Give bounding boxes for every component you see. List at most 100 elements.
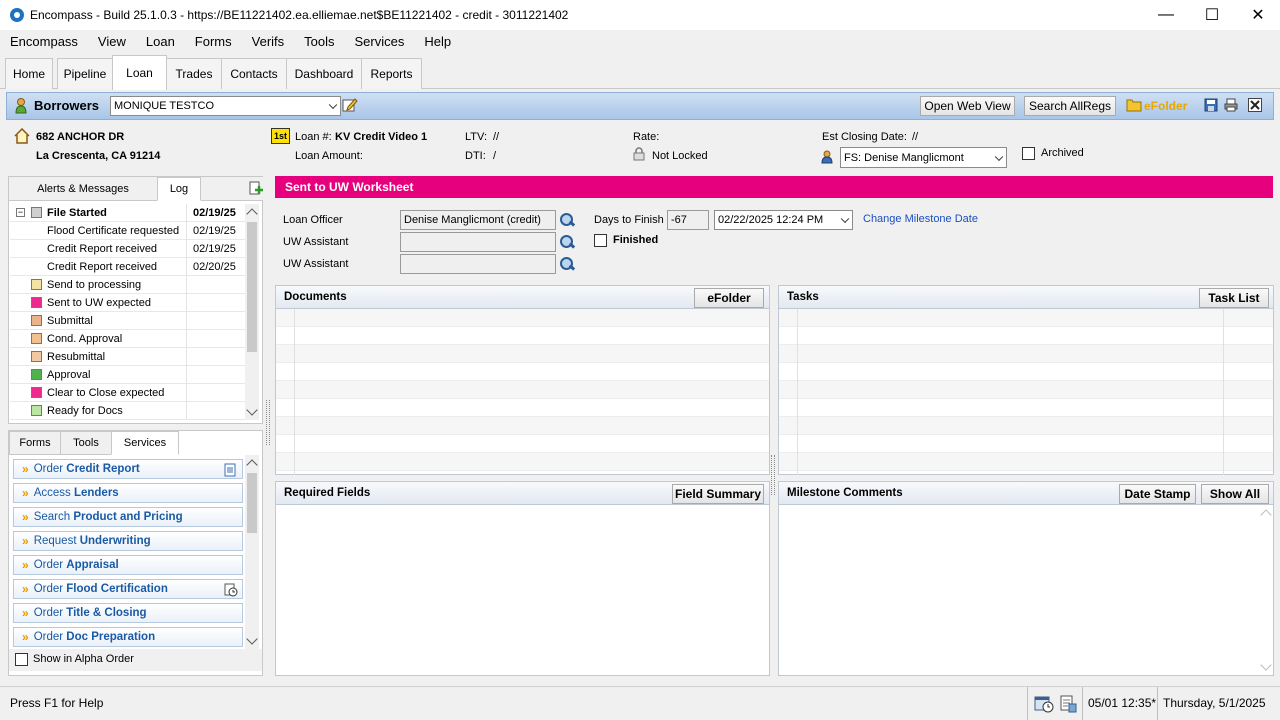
tab-home[interactable]: Home <box>5 58 53 89</box>
chevron-up-icon[interactable] <box>246 459 258 471</box>
chevron-down-icon[interactable] <box>1260 659 1272 671</box>
close-loan-icon[interactable] <box>1248 98 1262 112</box>
encompass-logo-icon <box>10 8 24 22</box>
clock-document-icon[interactable] <box>224 583 238 597</box>
chevron-up-icon[interactable] <box>246 208 258 220</box>
panel-splitter[interactable] <box>266 400 270 445</box>
show-all-button[interactable]: Show All <box>1201 484 1269 504</box>
minimize-button[interactable]: — <box>1143 0 1189 30</box>
chevron-down-icon[interactable] <box>246 633 258 645</box>
maximize-button[interactable]: ☐ <box>1189 0 1235 30</box>
print-icon[interactable] <box>1224 98 1238 112</box>
tab-pipeline[interactable]: Pipeline <box>57 58 113 89</box>
log-row[interactable]: Submittal <box>10 312 245 330</box>
service-item[interactable]: » Order Credit Report <box>13 459 243 479</box>
services-scrollbar[interactable] <box>245 455 259 649</box>
uw-assistant-field-2[interactable] <box>400 254 556 274</box>
tab-reports[interactable]: Reports <box>361 58 422 89</box>
efolder-link[interactable]: eFolder <box>1144 99 1187 113</box>
menu-encompass[interactable]: Encompass <box>0 34 88 49</box>
uw-assistant-field[interactable] <box>400 232 556 252</box>
collapse-icon[interactable]: − <box>16 208 25 217</box>
log-row[interactable]: Flood Certificate requested 02/19/25 <box>10 222 245 240</box>
edit-borrower-icon[interactable] <box>342 97 358 113</box>
days-to-finish-field: -67 <box>667 210 709 230</box>
chevron-down-icon[interactable] <box>246 404 258 416</box>
log-row[interactable]: Credit Report received 02/19/25 <box>10 240 245 258</box>
search-icon[interactable] <box>559 256 575 272</box>
close-window-button[interactable]: ✕ <box>1235 0 1280 30</box>
tab-trades[interactable]: Trades <box>166 58 222 89</box>
finished-checkbox[interactable] <box>594 234 607 247</box>
days-to-finish-label: Days to Finish <box>594 214 664 226</box>
service-item[interactable]: » Order Title & Closing <box>13 603 243 623</box>
menu-tools[interactable]: Tools <box>294 34 344 49</box>
log-row[interactable]: Approval <box>10 366 245 384</box>
search-icon[interactable] <box>559 212 575 228</box>
service-item[interactable]: » Order Doc Preparation <box>13 627 243 647</box>
log-scrollbar[interactable] <box>245 204 259 420</box>
open-web-view-button[interactable]: Open Web View <box>920 96 1015 116</box>
efolder-button[interactable]: eFolder <box>694 288 764 308</box>
archived-checkbox[interactable] <box>1022 147 1035 160</box>
uw-assistant-label: UW Assistant <box>283 236 349 248</box>
tab-alerts-messages[interactable]: Alerts & Messages <box>9 177 157 201</box>
scrollbar-thumb[interactable] <box>247 222 257 352</box>
add-log-entry-icon[interactable] <box>249 181 263 195</box>
service-item[interactable]: » Order Appraisal <box>13 555 243 575</box>
loan-officer-label: Loan Officer <box>283 214 343 226</box>
service-item[interactable]: » Access Lenders <box>13 483 243 503</box>
milestone-comments-textarea[interactable] <box>778 505 1274 676</box>
log-row[interactable]: Resubmittal <box>10 348 245 366</box>
service-item[interactable]: » Order Flood Certification <box>13 579 243 599</box>
save-icon[interactable] <box>1204 98 1218 112</box>
service-item-verb: Request <box>33 535 80 547</box>
menu-loan[interactable]: Loan <box>136 34 185 49</box>
tab-services[interactable]: Services <box>111 431 179 455</box>
service-item[interactable]: » Search Product and Pricing <box>13 507 243 527</box>
task-list-button[interactable]: Task List <box>1199 288 1269 308</box>
change-milestone-date-link[interactable]: Change Milestone Date <box>863 213 978 225</box>
document-icon[interactable] <box>224 463 236 477</box>
service-item-verb: Access <box>33 487 74 499</box>
tab-forms[interactable]: Forms <box>9 431 61 455</box>
field-summary-button[interactable]: Field Summary <box>672 484 764 504</box>
menu-verifs[interactable]: Verifs <box>242 34 295 49</box>
log-row-label: Cond. Approval <box>47 332 123 345</box>
menu-services[interactable]: Services <box>345 34 415 49</box>
service-item[interactable]: » Request Underwriting <box>13 531 243 551</box>
log-row[interactable]: − File Started 02/19/25 <box>10 204 245 222</box>
date-stamp-button[interactable]: Date Stamp <box>1119 484 1196 504</box>
menu-view[interactable]: View <box>88 34 136 49</box>
search-allregs-button[interactable]: Search AllRegs <box>1024 96 1116 116</box>
tab-contacts[interactable]: Contacts <box>221 58 287 89</box>
log-row[interactable]: Credit Report received 02/20/25 <box>10 258 245 276</box>
efolder-icon <box>1126 98 1142 112</box>
milestone-color-icon <box>31 387 42 398</box>
comments-scrollbar[interactable] <box>1259 505 1273 675</box>
tab-dashboard[interactable]: Dashboard <box>286 58 362 89</box>
scrollbar-thumb[interactable] <box>247 473 257 533</box>
log-row[interactable]: Send to processing <box>10 276 245 294</box>
alpha-order-checkbox[interactable] <box>15 653 28 666</box>
notes-icon[interactable] <box>1059 695 1077 713</box>
milestone-date-picker[interactable]: 02/22/2025 12:24 PM <box>714 210 853 230</box>
log-row[interactable]: Sent to UW expected <box>10 294 245 312</box>
menu-help[interactable]: Help <box>414 34 461 49</box>
calendar-clock-icon[interactable] <box>1034 695 1054 713</box>
chevron-up-icon[interactable] <box>1260 509 1272 521</box>
menu-forms[interactable]: Forms <box>185 34 242 49</box>
tasks-header: Tasks Task List <box>778 285 1274 309</box>
log-row[interactable]: Cond. Approval <box>10 330 245 348</box>
tab-log[interactable]: Log <box>157 177 201 201</box>
panel-splitter[interactable] <box>771 455 775 495</box>
log-row[interactable]: Clear to Close expected <box>10 384 245 402</box>
borrower-select[interactable]: MONIQUE TESTCO <box>110 96 341 116</box>
log-row-date: 02/20/25 <box>193 260 236 273</box>
tab-loan[interactable]: Loan <box>112 55 167 90</box>
tab-tools[interactable]: Tools <box>60 431 112 455</box>
loan-officer-field[interactable]: Denise Manglicmont (credit) <box>400 210 556 230</box>
log-row[interactable]: Ready for Docs <box>10 402 245 420</box>
search-icon[interactable] <box>559 234 575 250</box>
file-contact-select[interactable]: FS: Denise Manglicmont <box>840 147 1007 168</box>
